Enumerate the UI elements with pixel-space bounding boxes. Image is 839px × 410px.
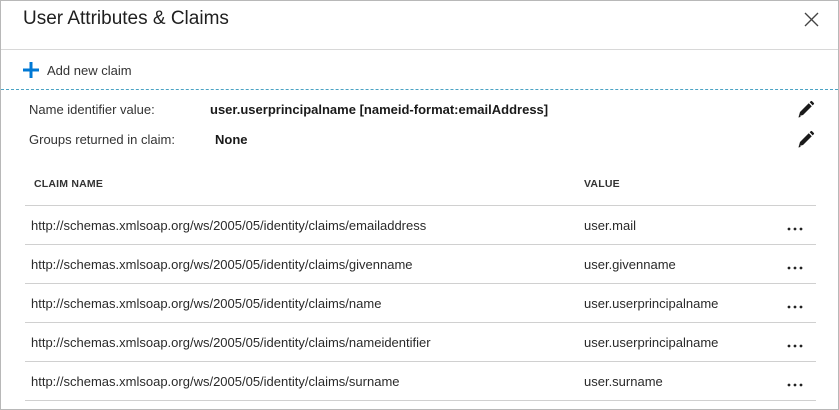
pencil-icon[interactable] (796, 100, 815, 119)
name-identifier-label: Name identifier value: (29, 102, 155, 117)
toolbar: Add new claim (1, 50, 838, 90)
more-options-icon[interactable] (785, 218, 805, 234)
table-row[interactable]: http://schemas.xmlsoap.org/ws/2005/05/id… (25, 206, 816, 245)
name-identifier-value: user.userprincipalname [nameid-format:em… (210, 102, 549, 117)
claim-value-cell: user.userprincipalname (584, 335, 719, 350)
column-header-claim-name[interactable]: CLAIM NAME (34, 178, 103, 190)
claim-value-cell: user.givenname (584, 257, 676, 272)
add-new-claim-label: Add new claim (47, 62, 132, 78)
table-row[interactable]: http://schemas.xmlsoap.org/ws/2005/05/id… (25, 245, 816, 284)
close-icon[interactable] (803, 11, 820, 28)
groups-row: Groups returned in claim: None (29, 130, 829, 152)
table-row[interactable]: http://schemas.xmlsoap.org/ws/2005/05/id… (25, 323, 816, 362)
claim-name-cell: http://schemas.xmlsoap.org/ws/2005/05/id… (31, 296, 382, 311)
claim-name-cell: http://schemas.xmlsoap.org/ws/2005/05/id… (31, 218, 427, 233)
claims-panel: User Attributes & Claims Add new claim N… (0, 0, 839, 410)
panel-header: User Attributes & Claims (1, 1, 838, 50)
claim-value-cell: user.mail (584, 218, 637, 233)
claim-value-cell: user.userprincipalname (584, 296, 719, 311)
column-header-value[interactable]: VALUE (584, 178, 620, 190)
claim-name-cell: http://schemas.xmlsoap.org/ws/2005/05/id… (31, 257, 413, 272)
more-options-icon[interactable] (785, 257, 805, 273)
table-row[interactable]: http://schemas.xmlsoap.org/ws/2005/05/id… (25, 284, 816, 323)
more-options-icon[interactable] (785, 374, 805, 390)
pencil-icon[interactable] (796, 130, 815, 149)
claim-name-cell: http://schemas.xmlsoap.org/ws/2005/05/id… (31, 374, 400, 389)
more-options-icon[interactable] (785, 296, 805, 312)
plus-icon (23, 62, 39, 78)
claims-table-header: CLAIM NAME VALUE (25, 169, 816, 206)
panel-title: User Attributes & Claims (23, 8, 229, 29)
groups-value: None (215, 132, 248, 147)
claim-name-cell: http://schemas.xmlsoap.org/ws/2005/05/id… (31, 335, 431, 350)
more-options-icon[interactable] (785, 335, 805, 351)
name-identifier-row: Name identifier value: user.userprincipa… (29, 100, 829, 122)
claim-value-cell: user.surname (584, 374, 663, 389)
add-new-claim-button[interactable]: Add new claim (23, 60, 132, 80)
groups-label: Groups returned in claim: (29, 132, 175, 147)
table-row[interactable]: http://schemas.xmlsoap.org/ws/2005/05/id… (25, 362, 816, 401)
